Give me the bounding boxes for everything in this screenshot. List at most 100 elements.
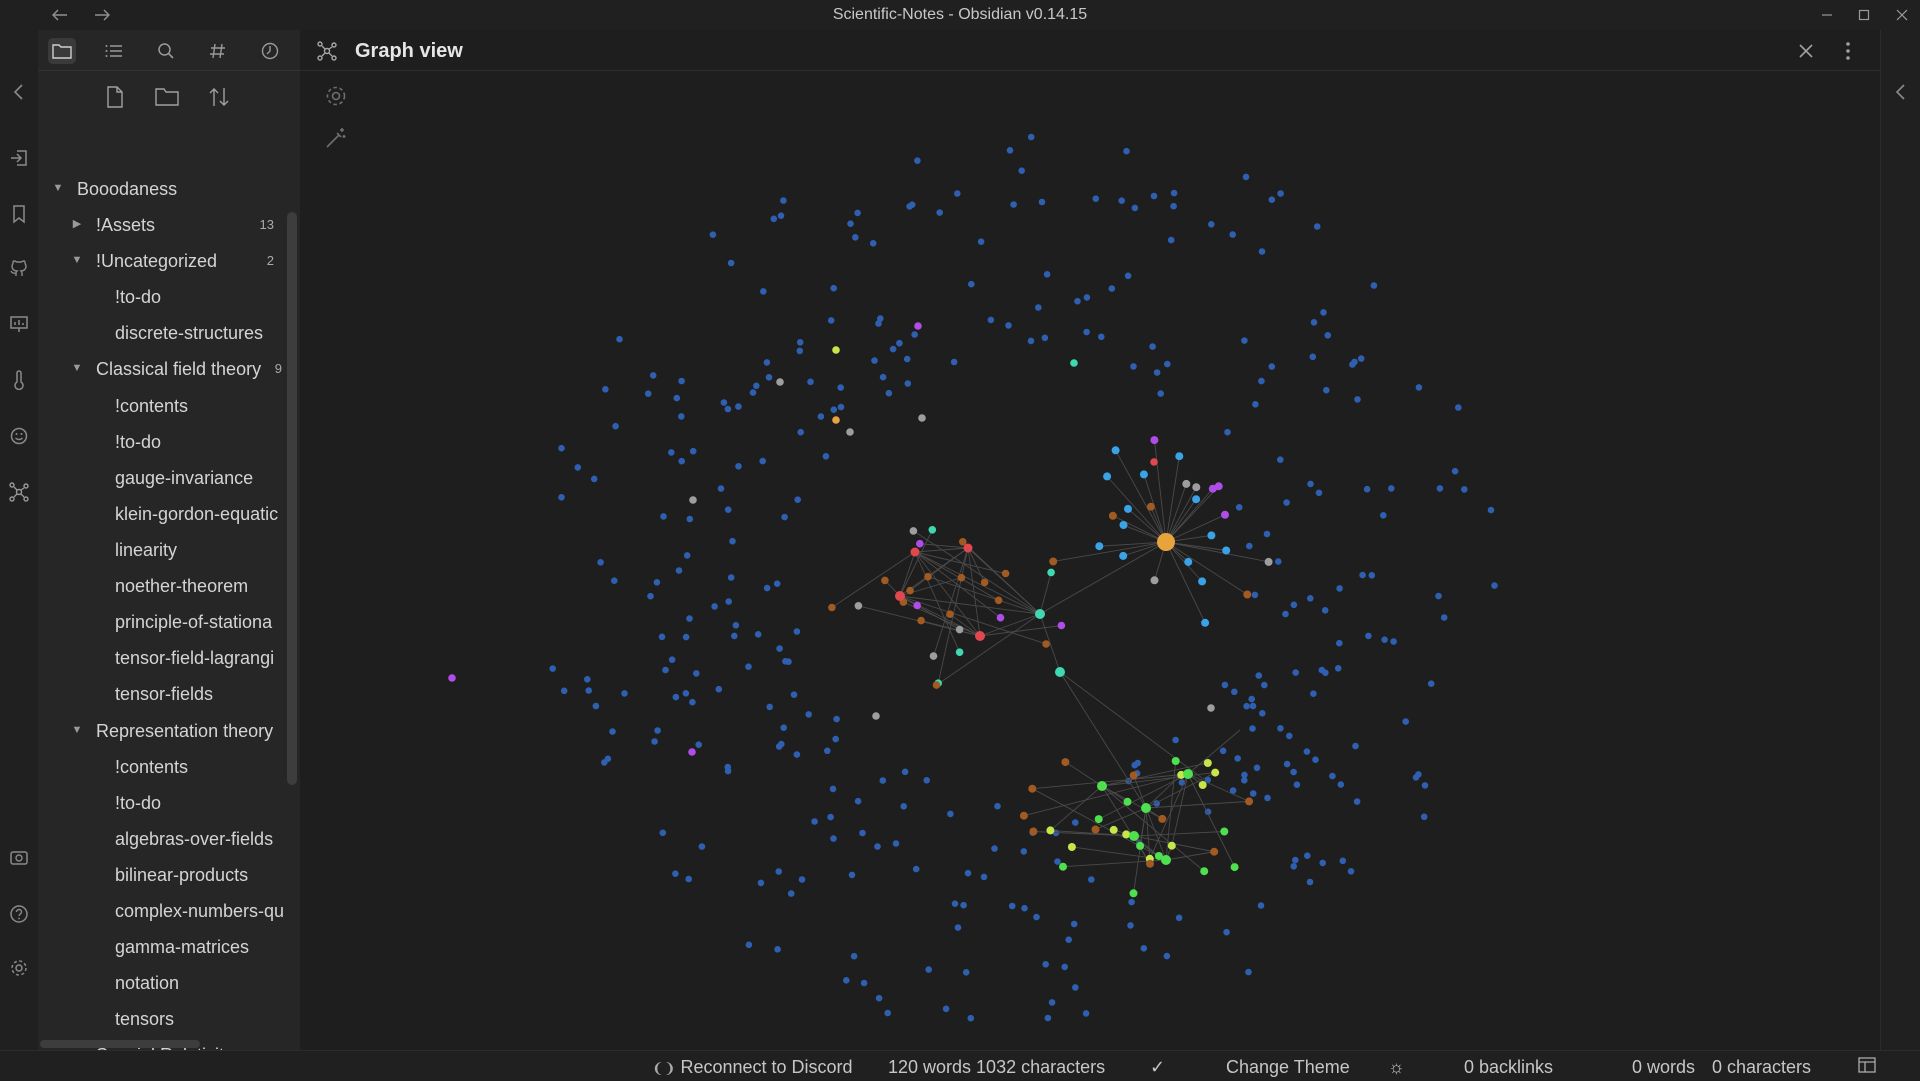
orphan-node[interactable] <box>1027 133 1035 141</box>
collapse-left-icon[interactable] <box>7 80 31 104</box>
orphan-node[interactable] <box>780 197 787 204</box>
orphan-node[interactable] <box>715 685 723 693</box>
orphan-node[interactable] <box>1248 695 1255 703</box>
orphan-node[interactable] <box>1219 747 1227 755</box>
orphan-node[interactable] <box>560 687 568 695</box>
orphan-node[interactable] <box>760 288 767 295</box>
orphan-node[interactable] <box>829 785 837 793</box>
graph-node[interactable] <box>910 547 920 557</box>
orphan-node[interactable] <box>1275 558 1282 565</box>
orphan-node[interactable] <box>780 724 787 731</box>
orphan-node[interactable] <box>1235 504 1243 511</box>
orphan-node[interactable] <box>766 703 773 711</box>
orphan-node[interactable] <box>602 386 609 393</box>
orphan-node[interactable] <box>1337 781 1345 788</box>
maximize-icon[interactable] <box>1852 3 1876 27</box>
orphan-node[interactable] <box>1283 499 1290 506</box>
orphan-node[interactable] <box>673 394 681 402</box>
orphan-node[interactable] <box>1065 936 1072 943</box>
graph-node[interactable] <box>1103 472 1112 481</box>
window-close-icon[interactable] <box>1890 3 1914 27</box>
sidebar-scrollbar[interactable] <box>287 212 297 785</box>
orphan-node[interactable] <box>1380 512 1387 519</box>
graph-node[interactable] <box>1150 458 1158 466</box>
graph-node[interactable] <box>1129 831 1139 841</box>
graph-node[interactable] <box>1207 704 1215 712</box>
graph-node[interactable] <box>1047 568 1055 577</box>
tree-folder-row[interactable]: ▼ Classical field theory 9 <box>38 352 284 386</box>
orphan-node[interactable] <box>1070 920 1078 928</box>
graph-node[interactable] <box>1245 797 1254 806</box>
graph-node[interactable] <box>928 526 937 534</box>
orphan-node[interactable] <box>1323 386 1330 394</box>
orphan-node[interactable] <box>1307 595 1314 602</box>
discord-status[interactable]: ❨❩ Reconnect to Discord <box>652 1057 853 1078</box>
graph-node[interactable] <box>1129 771 1138 780</box>
graph-node[interactable] <box>1109 825 1118 834</box>
graph-node[interactable] <box>1150 436 1159 445</box>
orphan-node[interactable] <box>854 209 861 217</box>
orphan-node[interactable] <box>964 869 972 877</box>
orphan-node[interactable] <box>778 740 785 748</box>
orphan-node[interactable] <box>1303 748 1311 755</box>
orphan-node[interactable] <box>654 727 661 734</box>
orphan-node[interactable] <box>1131 761 1138 769</box>
orphan-node[interactable] <box>794 496 801 504</box>
orphan-node[interactable] <box>1223 928 1230 936</box>
orphan-node[interactable] <box>1042 961 1049 968</box>
orphan-node[interactable] <box>1268 196 1276 203</box>
orphan-node[interactable] <box>942 1005 950 1013</box>
orphan-node[interactable] <box>649 372 657 379</box>
orphan-node[interactable] <box>1357 355 1365 362</box>
orphan-node[interactable] <box>698 843 706 850</box>
orphan-node[interactable] <box>1263 530 1271 538</box>
orphan-node[interactable] <box>647 592 654 600</box>
orphan-node[interactable] <box>1008 902 1016 910</box>
orphan-node[interactable] <box>1277 725 1284 732</box>
orphan-node[interactable] <box>936 209 943 216</box>
history-icon[interactable] <box>256 38 284 64</box>
orphan-node[interactable] <box>672 870 679 877</box>
orphan-node[interactable] <box>954 924 962 931</box>
collapse-right-icon[interactable] <box>1889 80 1913 104</box>
orphan-node[interactable] <box>757 879 765 887</box>
orphan-node[interactable] <box>1282 610 1289 618</box>
open-vault-icon[interactable] <box>7 146 31 170</box>
orphan-node[interactable] <box>1264 794 1271 802</box>
orphan-node[interactable] <box>980 873 988 881</box>
orphan-node[interactable] <box>962 969 970 976</box>
orphan-node[interactable] <box>1035 304 1042 311</box>
orphan-node[interactable] <box>1072 984 1079 991</box>
orphan-node[interactable] <box>763 584 771 592</box>
orphan-node[interactable] <box>1224 428 1231 436</box>
orphan-node[interactable] <box>753 382 760 390</box>
orphan-node[interactable] <box>1229 231 1236 238</box>
orphan-node[interactable] <box>558 444 565 452</box>
orphan-node[interactable] <box>1054 858 1061 865</box>
graph-node[interactable] <box>448 674 456 682</box>
orphan-node[interactable] <box>1290 601 1298 609</box>
tree-file-row[interactable]: !contents <box>38 389 284 423</box>
orphan-node[interactable] <box>675 567 683 574</box>
more-options-icon[interactable] <box>1835 38 1861 64</box>
graph-node[interactable] <box>1091 825 1100 834</box>
graph-node[interactable] <box>1192 495 1201 504</box>
folder-icon[interactable] <box>48 38 76 64</box>
orphan-node[interactable] <box>735 403 742 410</box>
new-folder-icon[interactable] <box>152 82 182 112</box>
orphan-node[interactable] <box>678 377 685 385</box>
orphan-node[interactable] <box>1286 732 1293 740</box>
orphan-node[interactable] <box>991 845 998 852</box>
orphan-node[interactable] <box>749 389 757 396</box>
orphan-node[interactable] <box>1283 760 1291 768</box>
orphan-node[interactable] <box>1157 390 1164 397</box>
graph-node[interactable] <box>1019 811 1028 820</box>
orphan-node[interactable] <box>584 676 591 683</box>
graph-node[interactable] <box>846 428 854 436</box>
orphan-node[interactable] <box>727 259 735 267</box>
orphan-node[interactable] <box>968 280 975 288</box>
orphan-node[interactable] <box>796 347 804 355</box>
orphan-node[interactable] <box>590 475 598 483</box>
orphan-node[interactable] <box>1131 204 1139 212</box>
tree-folder-row[interactable]: ▶ !Assets 13 <box>38 208 284 242</box>
